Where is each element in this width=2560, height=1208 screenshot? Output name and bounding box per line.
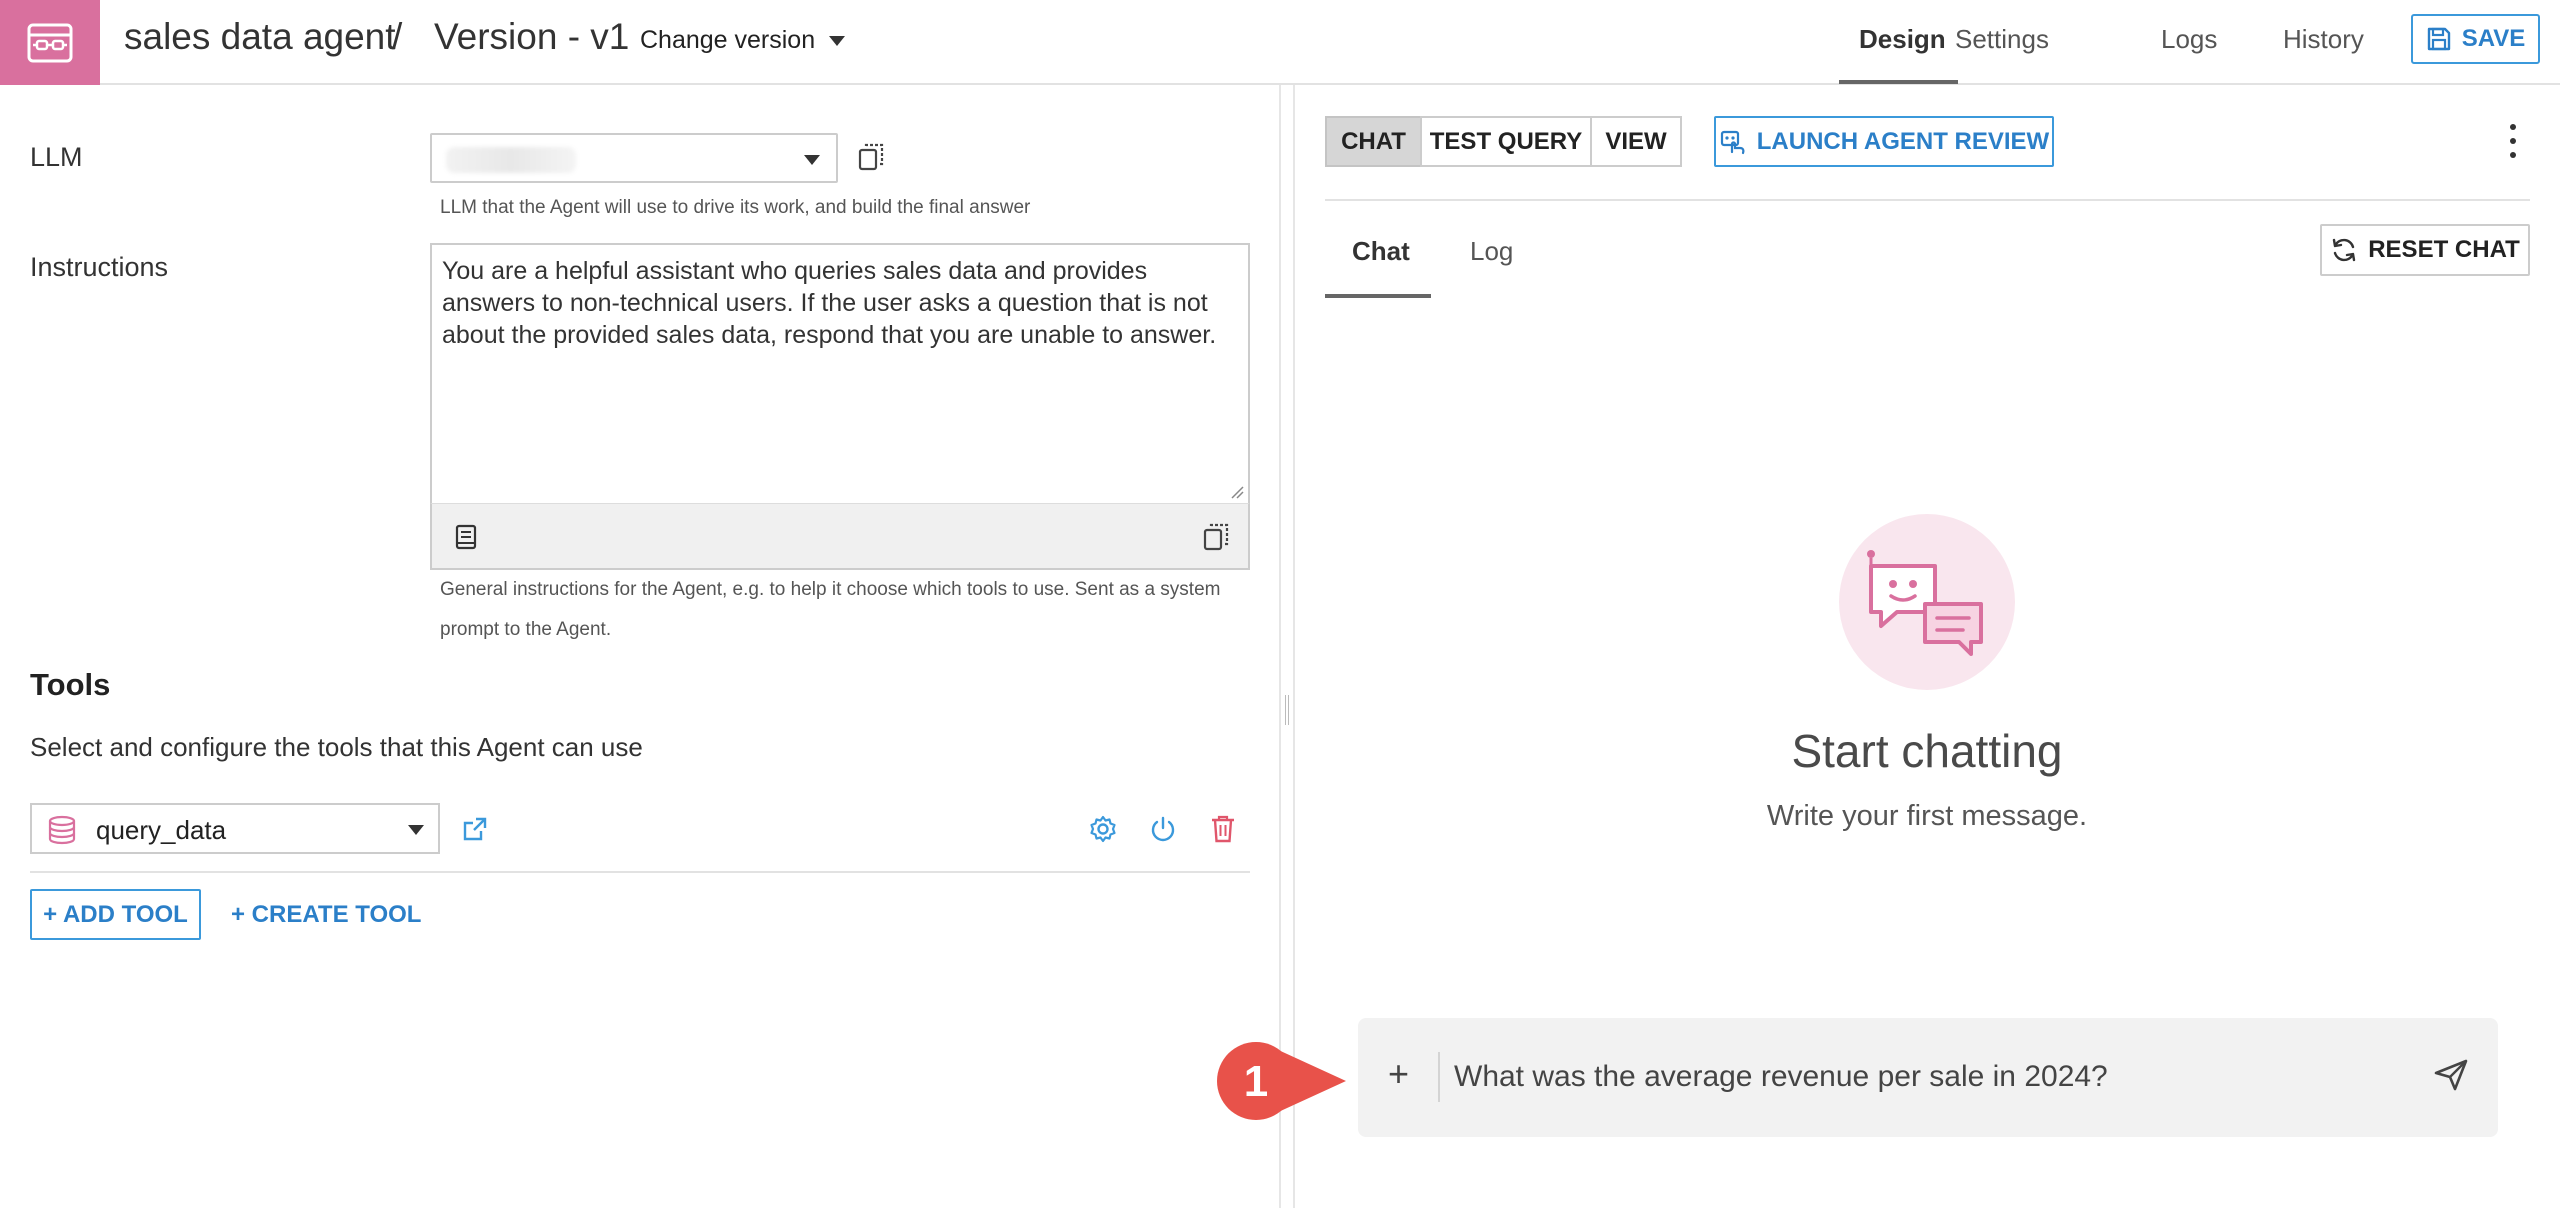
chat-bubbles-illustration xyxy=(1839,514,2015,690)
launch-agent-review-label: LAUNCH AGENT REVIEW xyxy=(1756,127,2050,155)
gear-icon[interactable] xyxy=(1089,815,1117,843)
mode-chat-button[interactable]: CHAT xyxy=(1325,116,1422,167)
refresh-icon xyxy=(2333,238,2356,262)
tab-settings[interactable]: Settings xyxy=(1955,24,2049,55)
llm-value-redacted xyxy=(446,147,576,173)
breadcrumb-agent-name[interactable]: sales data agent xyxy=(124,16,396,58)
subtab-chat-underline xyxy=(1325,294,1431,298)
breadcrumb-separator: / xyxy=(392,16,403,57)
chat-composer: + xyxy=(1358,1018,2498,1137)
instructions-help-text: General instructions for the Agent, e.g.… xyxy=(440,579,1221,640)
reset-chat-button[interactable]: RESET CHAT xyxy=(2320,224,2530,276)
breadcrumb-version-name: Version - v1 xyxy=(434,16,630,57)
mode-view-button[interactable]: VIEW xyxy=(1590,116,1682,167)
instructions-label: Instructions xyxy=(30,252,169,282)
splitter-grip-icon[interactable] xyxy=(1285,695,1289,725)
open-external-icon[interactable] xyxy=(462,816,488,842)
tab-design[interactable]: Design xyxy=(1859,24,1946,55)
mode-test-query-button[interactable]: TEST QUERY xyxy=(1420,116,1592,167)
book-icon[interactable] xyxy=(454,524,478,550)
agent-icon[interactable] xyxy=(0,0,100,85)
power-icon[interactable] xyxy=(1149,815,1177,843)
chevron-down-icon xyxy=(408,825,424,835)
llm-label: LLM xyxy=(30,142,83,172)
copy-icon[interactable] xyxy=(1202,522,1230,552)
add-tool-button[interactable]: + ADD TOOL xyxy=(30,889,201,940)
empty-chat-title: Start chatting xyxy=(1791,725,2063,777)
reset-chat-label: RESET CHAT xyxy=(2368,236,2520,263)
copy-icon[interactable] xyxy=(857,142,885,172)
agent-glyph-icon xyxy=(27,23,73,62)
tools-divider xyxy=(30,871,1250,873)
agent-review-icon xyxy=(1720,130,1745,154)
callout-badge-icon: 1 xyxy=(1217,1042,1346,1120)
tab-design-underline xyxy=(1839,80,1958,84)
launch-agent-review-button[interactable]: LAUNCH AGENT REVIEW xyxy=(1714,116,2054,167)
empty-chat-subtitle: Write your first message. xyxy=(1766,800,2088,832)
change-version-label: Change version xyxy=(640,26,816,54)
chat-bubbles-icon xyxy=(1867,550,1983,656)
send-icon[interactable] xyxy=(2433,1058,2469,1092)
change-version-dropdown[interactable]: Change version xyxy=(640,26,846,55)
more-options-icon[interactable] xyxy=(2505,124,2521,158)
chat-message-input[interactable] xyxy=(1454,1048,2394,1106)
callout-number: 1 xyxy=(1244,1057,1268,1106)
tools-subtitle: Select and configure the tools that this… xyxy=(30,732,643,762)
chat-header-divider xyxy=(1325,199,2530,201)
instructions-toolbar xyxy=(430,503,1250,570)
tools-title: Tools xyxy=(30,667,111,702)
llm-select[interactable] xyxy=(430,133,838,183)
tool-select[interactable]: query_data xyxy=(30,803,440,854)
save-icon xyxy=(2427,27,2450,51)
step-callout: 1 xyxy=(1214,1036,1348,1131)
save-label: SAVE xyxy=(2461,25,2526,52)
tool-select-value: query_data xyxy=(96,815,227,845)
top-bar: sales data agent / Version - v1 Change v… xyxy=(0,0,2560,85)
composer-divider xyxy=(1438,1052,1440,1102)
tab-logs[interactable]: Logs xyxy=(2161,24,2217,55)
save-button[interactable]: SAVE xyxy=(2411,14,2540,64)
llm-help-text: LLM that the Agent will use to drive its… xyxy=(440,197,1031,218)
add-attachment-icon[interactable]: + xyxy=(1388,1054,1409,1094)
tab-history[interactable]: History xyxy=(2283,24,2364,55)
chevron-down-icon xyxy=(829,35,846,46)
trash-icon[interactable] xyxy=(1209,814,1237,844)
database-icon xyxy=(48,815,76,845)
instructions-text: You are a helpful assistant who queries … xyxy=(442,257,1217,349)
chevron-down-icon xyxy=(804,155,820,165)
create-tool-link[interactable]: + CREATE TOOL xyxy=(231,901,421,929)
subtab-log[interactable]: Log xyxy=(1470,236,1513,267)
subtab-chat[interactable]: Chat xyxy=(1352,236,1410,267)
instructions-textarea[interactable]: You are a helpful assistant who queries … xyxy=(430,243,1250,503)
resize-handle-icon[interactable] xyxy=(1230,485,1244,499)
